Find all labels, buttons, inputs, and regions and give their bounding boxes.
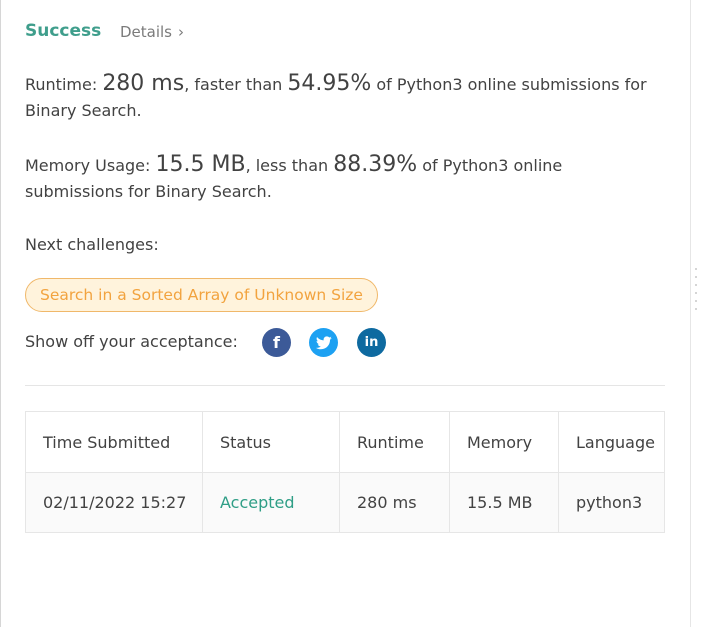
runtime-comparison: , faster than: [184, 75, 283, 94]
cell-time: 02/11/2022 15:27: [25, 472, 203, 533]
col-status: Status: [202, 411, 340, 473]
twitter-bird-glyph: [315, 335, 332, 349]
result-header: Success Details ›: [25, 21, 184, 41]
details-label: Details: [120, 23, 173, 41]
memory-comparison: , less than: [245, 156, 329, 175]
next-challenges-label: Next challenges:: [25, 235, 159, 254]
linkedin-icon[interactable]: in: [357, 328, 386, 357]
runtime-value: 280 ms: [102, 71, 185, 96]
runtime-label: Runtime:: [25, 75, 98, 94]
twitter-icon[interactable]: [309, 328, 338, 357]
chevron-right-icon: ›: [178, 23, 185, 41]
submissions-table: Time Submitted Status Runtime Memory Lan…: [25, 411, 665, 533]
table-header-row: Time Submitted Status Runtime Memory Lan…: [25, 411, 665, 473]
cell-language: python3: [558, 472, 665, 533]
left-border: [0, 0, 1, 627]
col-language: Language: [558, 411, 665, 473]
table-row: 02/11/2022 15:27 Accepted 280 ms 15.5 MB…: [25, 472, 665, 533]
memory-value: 15.5 MB: [155, 152, 246, 177]
resize-handle[interactable]: [695, 268, 697, 316]
col-runtime: Runtime: [339, 411, 450, 473]
memory-percent: 88.39%: [333, 152, 418, 177]
challenge-link[interactable]: Search in a Sorted Array of Unknown Size: [25, 278, 378, 312]
facebook-icon[interactable]: f: [262, 328, 291, 357]
cell-runtime: 280 ms: [339, 472, 450, 533]
section-divider: [25, 385, 665, 386]
cell-status-link[interactable]: Accepted: [202, 472, 340, 533]
result-status: Success: [25, 21, 102, 41]
memory-label: Memory Usage:: [25, 156, 151, 175]
runtime-percent: 54.95%: [287, 71, 372, 96]
right-border: [690, 0, 691, 627]
details-link[interactable]: Details ›: [120, 23, 184, 41]
cell-memory: 15.5 MB: [449, 472, 559, 533]
runtime-stat: Runtime: 280 ms, faster than 54.95% of P…: [25, 71, 665, 124]
col-memory: Memory: [449, 411, 559, 473]
memory-stat: Memory Usage: 15.5 MB, less than 88.39% …: [25, 152, 665, 205]
share-label: Show off your acceptance:: [25, 332, 238, 351]
col-time-submitted: Time Submitted: [25, 411, 203, 473]
